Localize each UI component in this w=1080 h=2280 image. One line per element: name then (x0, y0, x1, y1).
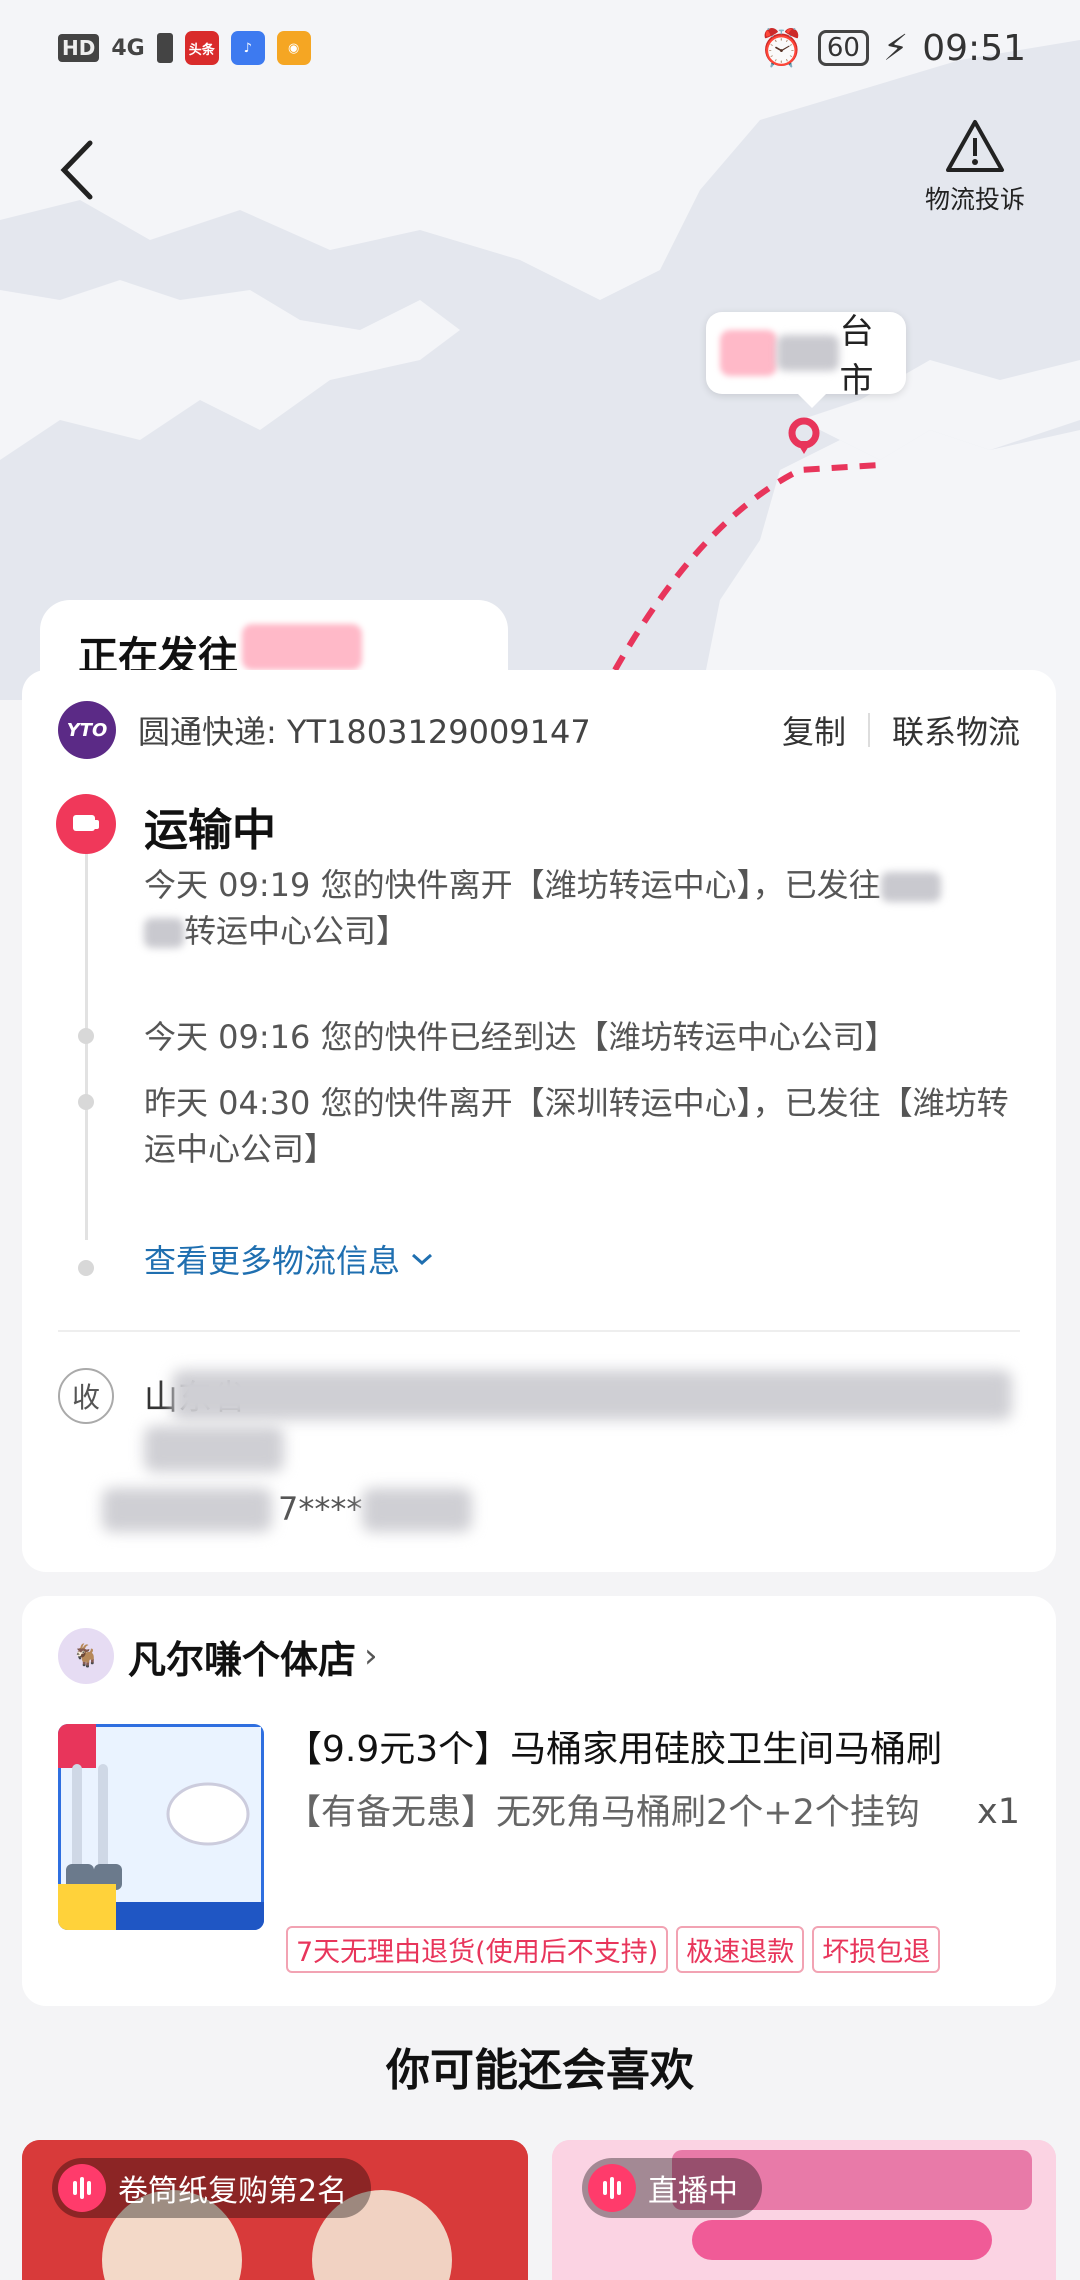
redacted-text (242, 624, 362, 670)
tracking-event: 昨天 04:30 您的快件离开【深圳转运中心】，已发往【潍坊转运中心公司】 (144, 1084, 1009, 1168)
redacted-text (720, 330, 777, 376)
tracking-event: 今天 09:19 您的快件离开【潍坊转运中心】，已发往 转运中心公司】 (144, 862, 1024, 954)
shop-name: 凡尔嗛个体店 (128, 1637, 357, 1682)
live-label: 卷筒纸复购第2名 (118, 2174, 348, 2209)
tracking-event: 今天 09:16 您的快件已经到达【潍坊转运中心公司】 (144, 1018, 897, 1056)
charging-icon: ⚡ (882, 27, 909, 69)
tag-fast-refund: 极速退款 (676, 1926, 805, 1973)
truck-icon (56, 794, 116, 854)
music-app-icon: ♪ (230, 31, 265, 65)
live-label: 直播中 (648, 2174, 738, 2209)
tag-7day-return: 7天无理由退货(使用后不支持) (286, 1926, 669, 1973)
shipment-card: YTO 圆通快递: YT1803129009147 复制 联系物流 运输中 今天… (22, 670, 1056, 1572)
courier-info: 圆通快递: YT1803129009147 (138, 707, 591, 753)
courier-row: YTO 圆通快递: YT1803129009147 复制 联系物流 (58, 700, 1020, 760)
alarm-icon: ⏰ (759, 28, 804, 69)
sim-icon (156, 33, 173, 63)
hd-indicator: HD (58, 34, 100, 62)
timeline-dot (78, 1094, 94, 1110)
copy-button[interactable]: 复制 (782, 707, 846, 753)
redacted-text (144, 918, 184, 948)
chevron-right-icon: › (364, 1636, 378, 1676)
product-image[interactable] (58, 1724, 264, 1930)
clock: 09:51 (922, 27, 1026, 69)
warning-icon (946, 120, 1004, 172)
contact-courier-button[interactable]: 联系物流 (892, 707, 1020, 753)
live-icon (58, 2164, 106, 2212)
logistics-complaint-button[interactable]: 物流投诉 (910, 118, 1040, 216)
status-title: 运输中 (144, 805, 276, 856)
redacted-phone (362, 1488, 472, 1532)
service-tags: 7天无理由退货(使用后不支持) 极速退款 坏损包退 (286, 1926, 941, 1973)
event-text: 今天 09:19 您的快件离开【潍坊转运中心】，已发往 (144, 866, 881, 904)
courier-name: 圆通快递: (138, 713, 277, 751)
more-tracking-link[interactable]: 查看更多物流信息 (144, 1236, 434, 1282)
recommend-card[interactable]: 卷筒纸复购第2名 (22, 2140, 528, 2280)
recommend-card[interactable]: 直播中 (552, 2140, 1056, 2280)
shop-link[interactable]: 🐐 凡尔嗛个体店 › (58, 1628, 378, 1684)
more-tracking-label: 查看更多物流信息 (144, 1242, 401, 1280)
phone-text: 7**** (278, 1490, 363, 1528)
redacted-text (880, 872, 941, 902)
city-suffix: 台市 (839, 312, 874, 401)
tracking-number: YT1803129009147 (286, 713, 591, 751)
timeline-dot (78, 1260, 94, 1276)
live-pill: 卷筒纸复购第2名 (52, 2158, 372, 2218)
chevron-left-icon (60, 140, 93, 200)
order-card: 🐐 凡尔嗛个体店 › 【9.9元3个】马桶家用硅胶卫生间马桶刷 【有备无患】无死… (22, 1596, 1056, 2006)
recommend-title: 你可能还会喜欢 (386, 2045, 694, 2096)
tag-damage-return: 坏损包退 (812, 1926, 941, 1973)
weibo-app-icon: ◉ (276, 31, 311, 65)
live-pill: 直播中 (582, 2158, 762, 2218)
receiver-badge: 收 (58, 1368, 114, 1424)
status-bar: HD 4G 头条 ♪ ◉ ⏰ 60 ⚡ 09:51 (0, 0, 1080, 96)
divider (58, 1330, 1020, 1332)
product-quantity: x1 (977, 1792, 1020, 1832)
product-title[interactable]: 【9.9元3个】马桶家用硅胶卫生间马桶刷 (286, 1720, 1022, 1772)
shop-avatar: 🐐 (58, 1628, 114, 1684)
toutiao-app-icon: 头条 (184, 31, 219, 65)
yto-logo: YTO (58, 701, 116, 759)
redacted-name (102, 1488, 272, 1532)
redacted-address (144, 1426, 284, 1472)
redacted-address (172, 1370, 1012, 1420)
redacted-text (776, 335, 840, 371)
live-icon (588, 2164, 636, 2212)
product-thumbnail (58, 1724, 264, 1930)
product-spec: 【有备无患】无死角马桶刷2个+2个挂钩 (286, 1793, 920, 1833)
divider (867, 713, 870, 747)
chevron-down-icon (412, 1253, 433, 1266)
destination-city-tag: 台市 (706, 312, 906, 408)
signal-icon: 4G (111, 35, 145, 61)
complaint-label: 物流投诉 (924, 185, 1025, 214)
battery-icon: 60 (817, 30, 869, 66)
timeline-dot (78, 1028, 94, 1044)
back-button[interactable] (46, 130, 106, 210)
event-text-2: 转运中心公司】 (184, 912, 409, 950)
logistics-map[interactable] (0, 0, 1080, 700)
